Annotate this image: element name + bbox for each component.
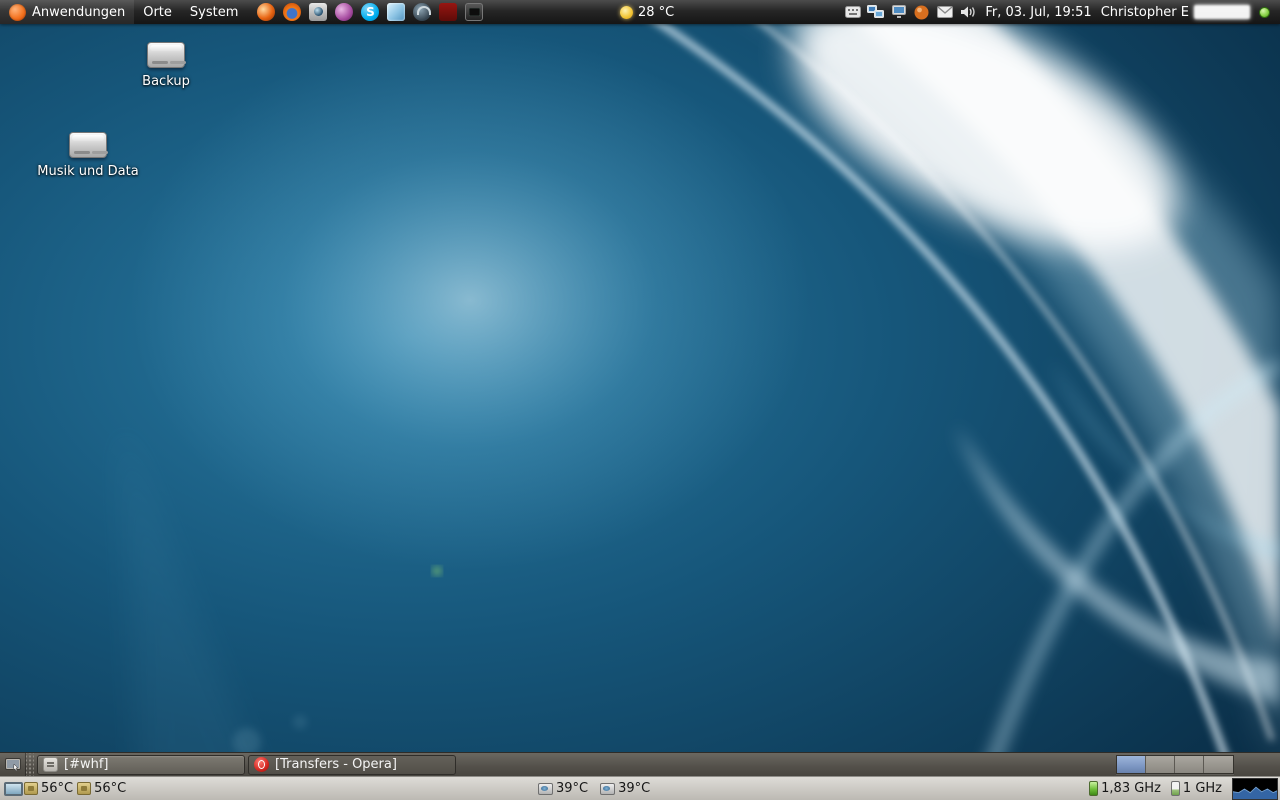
hdd-icon — [538, 783, 553, 795]
redacted-name-blur — [1194, 5, 1250, 19]
show-desktop-icon — [5, 758, 21, 772]
window-title: [#whf] — [64, 757, 108, 772]
desktop-icon-label: Backup — [142, 74, 190, 89]
taskbar-window-opera-transfers[interactable]: [Transfers - Opera] — [248, 755, 456, 775]
system-monitor-applet[interactable] — [1232, 778, 1278, 800]
desktop-icon-label: Musik und Data — [37, 164, 138, 179]
cpu-freq-2-value: 1 GHz — [1183, 781, 1222, 796]
display-icon[interactable] — [890, 4, 907, 21]
weather-temperature: 28 °C — [638, 5, 674, 20]
places-menu[interactable]: Orte — [134, 0, 181, 24]
cpu-freq-1[interactable]: 1,83 GHz — [1089, 781, 1161, 796]
places-menu-label: Orte — [143, 5, 172, 20]
taskbar-window-whf[interactable]: [#whf] — [37, 755, 245, 775]
desktop-wallpaper — [0, 0, 1280, 800]
media-player-launcher-icon[interactable] — [335, 3, 353, 21]
volume-icon[interactable] — [959, 4, 976, 21]
workspace-1[interactable] — [1117, 756, 1146, 773]
opera-icon — [254, 757, 269, 772]
cpu-temp-group: 56°C 56°C — [0, 781, 126, 796]
desktop-icon-backup[interactable]: Backup — [108, 42, 224, 89]
skype-launcher-icon[interactable]: S — [361, 3, 379, 21]
hdd-icon — [600, 783, 615, 795]
cpu-temp-1-value: 56°C — [41, 781, 73, 796]
hdd-temp-2: 39°C — [600, 781, 650, 796]
workspace-switcher — [1116, 755, 1234, 774]
update-notifier-icon[interactable] — [913, 4, 930, 21]
sun-icon — [620, 6, 633, 19]
system-menu-label: System — [190, 5, 238, 20]
workspace-3[interactable] — [1175, 756, 1204, 773]
window-list-panel: [#whf] [Transfers - Opera] — [0, 752, 1280, 776]
top-panel-right: Fr, 03. Jul, 19:51 Christopher E — [844, 0, 1280, 24]
cpu-freq-icon — [1171, 781, 1180, 796]
camera-launcher-icon[interactable] — [309, 3, 327, 21]
mail-icon[interactable] — [936, 4, 953, 21]
sensors-applet-icon[interactable] — [3, 781, 20, 796]
applications-menu-label: Anwendungen — [32, 5, 125, 20]
cpu-freq-1-value: 1,83 GHz — [1101, 781, 1161, 796]
firefox-launcher-icon[interactable] — [283, 3, 301, 21]
keyboard-indicator-icon[interactable] — [844, 4, 861, 21]
system-tray — [844, 4, 976, 21]
ubuntu-logo-icon — [9, 4, 26, 21]
applications-menu[interactable]: Anwendungen — [0, 0, 134, 24]
hdd-temp-1: 39°C — [538, 781, 588, 796]
filezilla-launcher-icon[interactable] — [439, 3, 457, 21]
workspace-2[interactable] — [1146, 756, 1175, 773]
workspace-4[interactable] — [1204, 756, 1233, 773]
clock-applet[interactable]: Fr, 03. Jul, 19:51 — [985, 5, 1091, 20]
system-menu[interactable]: System — [181, 0, 247, 24]
cpu-temp-2-value: 56°C — [94, 781, 126, 796]
weather-applet[interactable]: 28 °C — [620, 0, 674, 24]
network-computers-icon[interactable] — [867, 4, 884, 21]
launcher-bar: S — [257, 0, 483, 24]
show-desktop-button[interactable] — [0, 753, 26, 776]
headset-launcher-icon[interactable] — [413, 3, 431, 21]
cpu-temp-1: 56°C — [24, 781, 73, 796]
cpu-load-graph — [1233, 779, 1277, 799]
cpu-freq-group: 1,83 GHz 1 GHz — [1089, 777, 1278, 800]
cpu-freq-2[interactable]: 1 GHz — [1171, 781, 1222, 796]
hard-drive-icon — [69, 132, 107, 158]
chat-icon — [43, 757, 58, 772]
hdd-temp-2-value: 39°C — [618, 781, 650, 796]
cpu-temp-2: 56°C — [77, 781, 126, 796]
hdd-temp-1-value: 39°C — [556, 781, 588, 796]
cpu-chip-icon — [24, 782, 38, 795]
user-switcher-applet[interactable]: Christopher E — [1101, 5, 1270, 20]
presence-status-icon — [1259, 7, 1270, 18]
top-panel: Anwendungen Orte System S 28 °C — [0, 0, 1280, 24]
window-title: [Transfers - Opera] — [275, 757, 397, 772]
glass-cube-launcher-icon[interactable] — [387, 3, 405, 21]
user-name: Christopher E — [1101, 5, 1189, 20]
window-list-handle[interactable] — [26, 753, 34, 776]
cpu-chip-icon — [77, 782, 91, 795]
desktop-icon-musik-und-data[interactable]: Musik und Data — [30, 132, 146, 179]
cpu-freq-icon — [1089, 781, 1098, 796]
hard-drive-icon — [147, 42, 185, 68]
terminal-launcher-icon[interactable] — [465, 3, 483, 21]
swirl-browser-launcher-icon[interactable] — [257, 3, 275, 21]
sensors-panel: 56°C 56°C 39°C 39°C 1,83 GHz 1 GHz — [0, 776, 1280, 800]
hdd-temp-group: 39°C 39°C — [538, 777, 650, 800]
